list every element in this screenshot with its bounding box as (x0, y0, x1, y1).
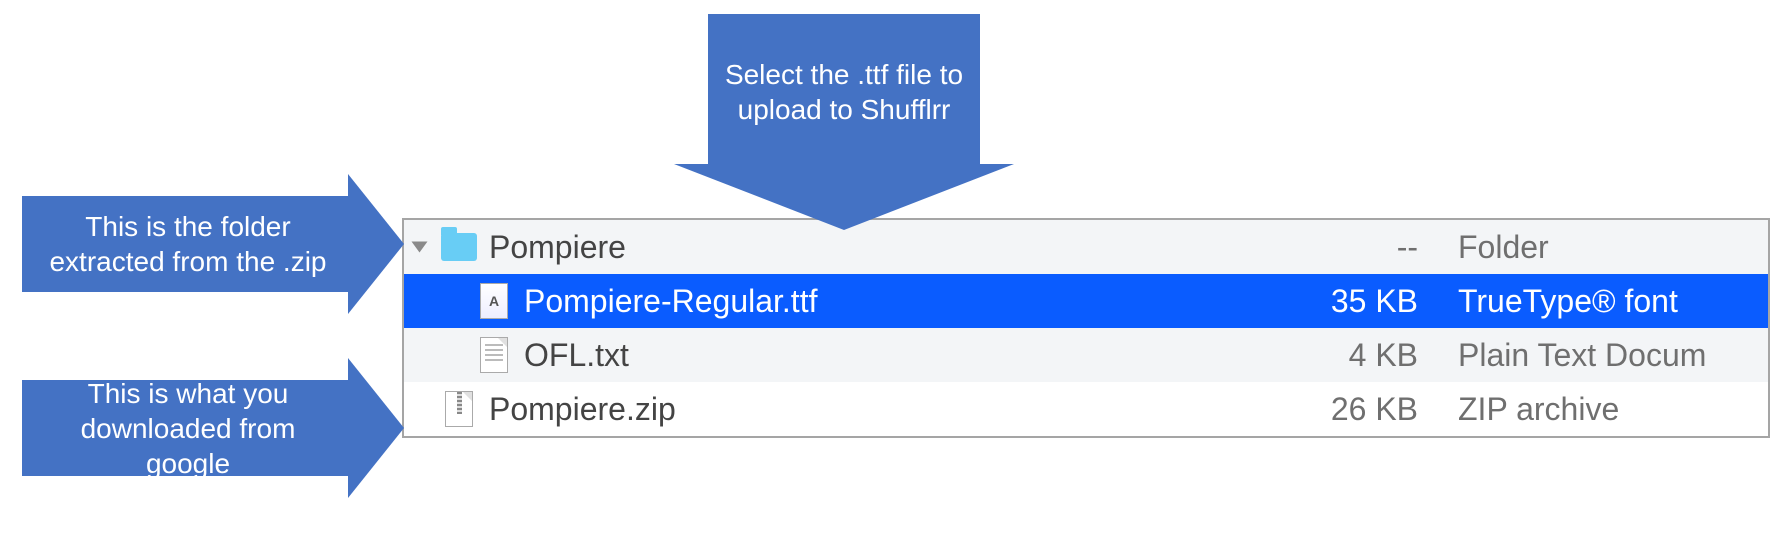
file-size: 26 KB (1278, 391, 1448, 428)
callout-select-ttf: Select the .ttf file to upload to Shuffl… (708, 14, 980, 164)
arrow-right-icon (348, 358, 404, 498)
font-file-icon (474, 283, 514, 319)
callout-downloaded-zip: This is what you downloaded from google (22, 380, 348, 476)
file-size: 4 KB (1278, 337, 1448, 374)
file-kind: Plain Text Docum (1458, 337, 1768, 374)
callout-text: This is the folder extracted from the .z… (42, 209, 334, 279)
file-name: Pompiere-Regular.ttf (524, 283, 1268, 320)
file-size: -- (1278, 229, 1448, 266)
file-row-ttf[interactable]: Pompiere-Regular.ttf 35 KB TrueType® fon… (404, 274, 1768, 328)
folder-icon (439, 233, 479, 261)
file-list-panel: Pompiere -- Folder Pompiere-Regular.ttf … (402, 218, 1770, 438)
file-name: Pompiere.zip (489, 391, 1268, 428)
file-name: OFL.txt (524, 337, 1268, 374)
file-size: 35 KB (1278, 283, 1448, 320)
callout-text: Select the .ttf file to upload to Shuffl… (722, 57, 966, 127)
file-kind: Folder (1458, 229, 1768, 266)
callout-text: This is what you downloaded from google (42, 376, 334, 481)
arrow-down-icon (674, 164, 1014, 230)
callout-extracted-folder: This is the folder extracted from the .z… (22, 196, 348, 292)
file-kind: ZIP archive (1458, 391, 1768, 428)
text-file-icon (474, 337, 514, 373)
file-row-txt[interactable]: OFL.txt 4 KB Plain Text Docum (404, 328, 1768, 382)
file-name: Pompiere (489, 229, 1268, 266)
zip-file-icon (439, 391, 479, 427)
file-row-folder[interactable]: Pompiere -- Folder (404, 220, 1768, 274)
file-row-zip[interactable]: Pompiere.zip 26 KB ZIP archive (404, 382, 1768, 436)
disclosure-triangle-icon[interactable] (412, 242, 428, 253)
file-kind: TrueType® font (1458, 283, 1768, 320)
arrow-right-icon (348, 174, 404, 314)
